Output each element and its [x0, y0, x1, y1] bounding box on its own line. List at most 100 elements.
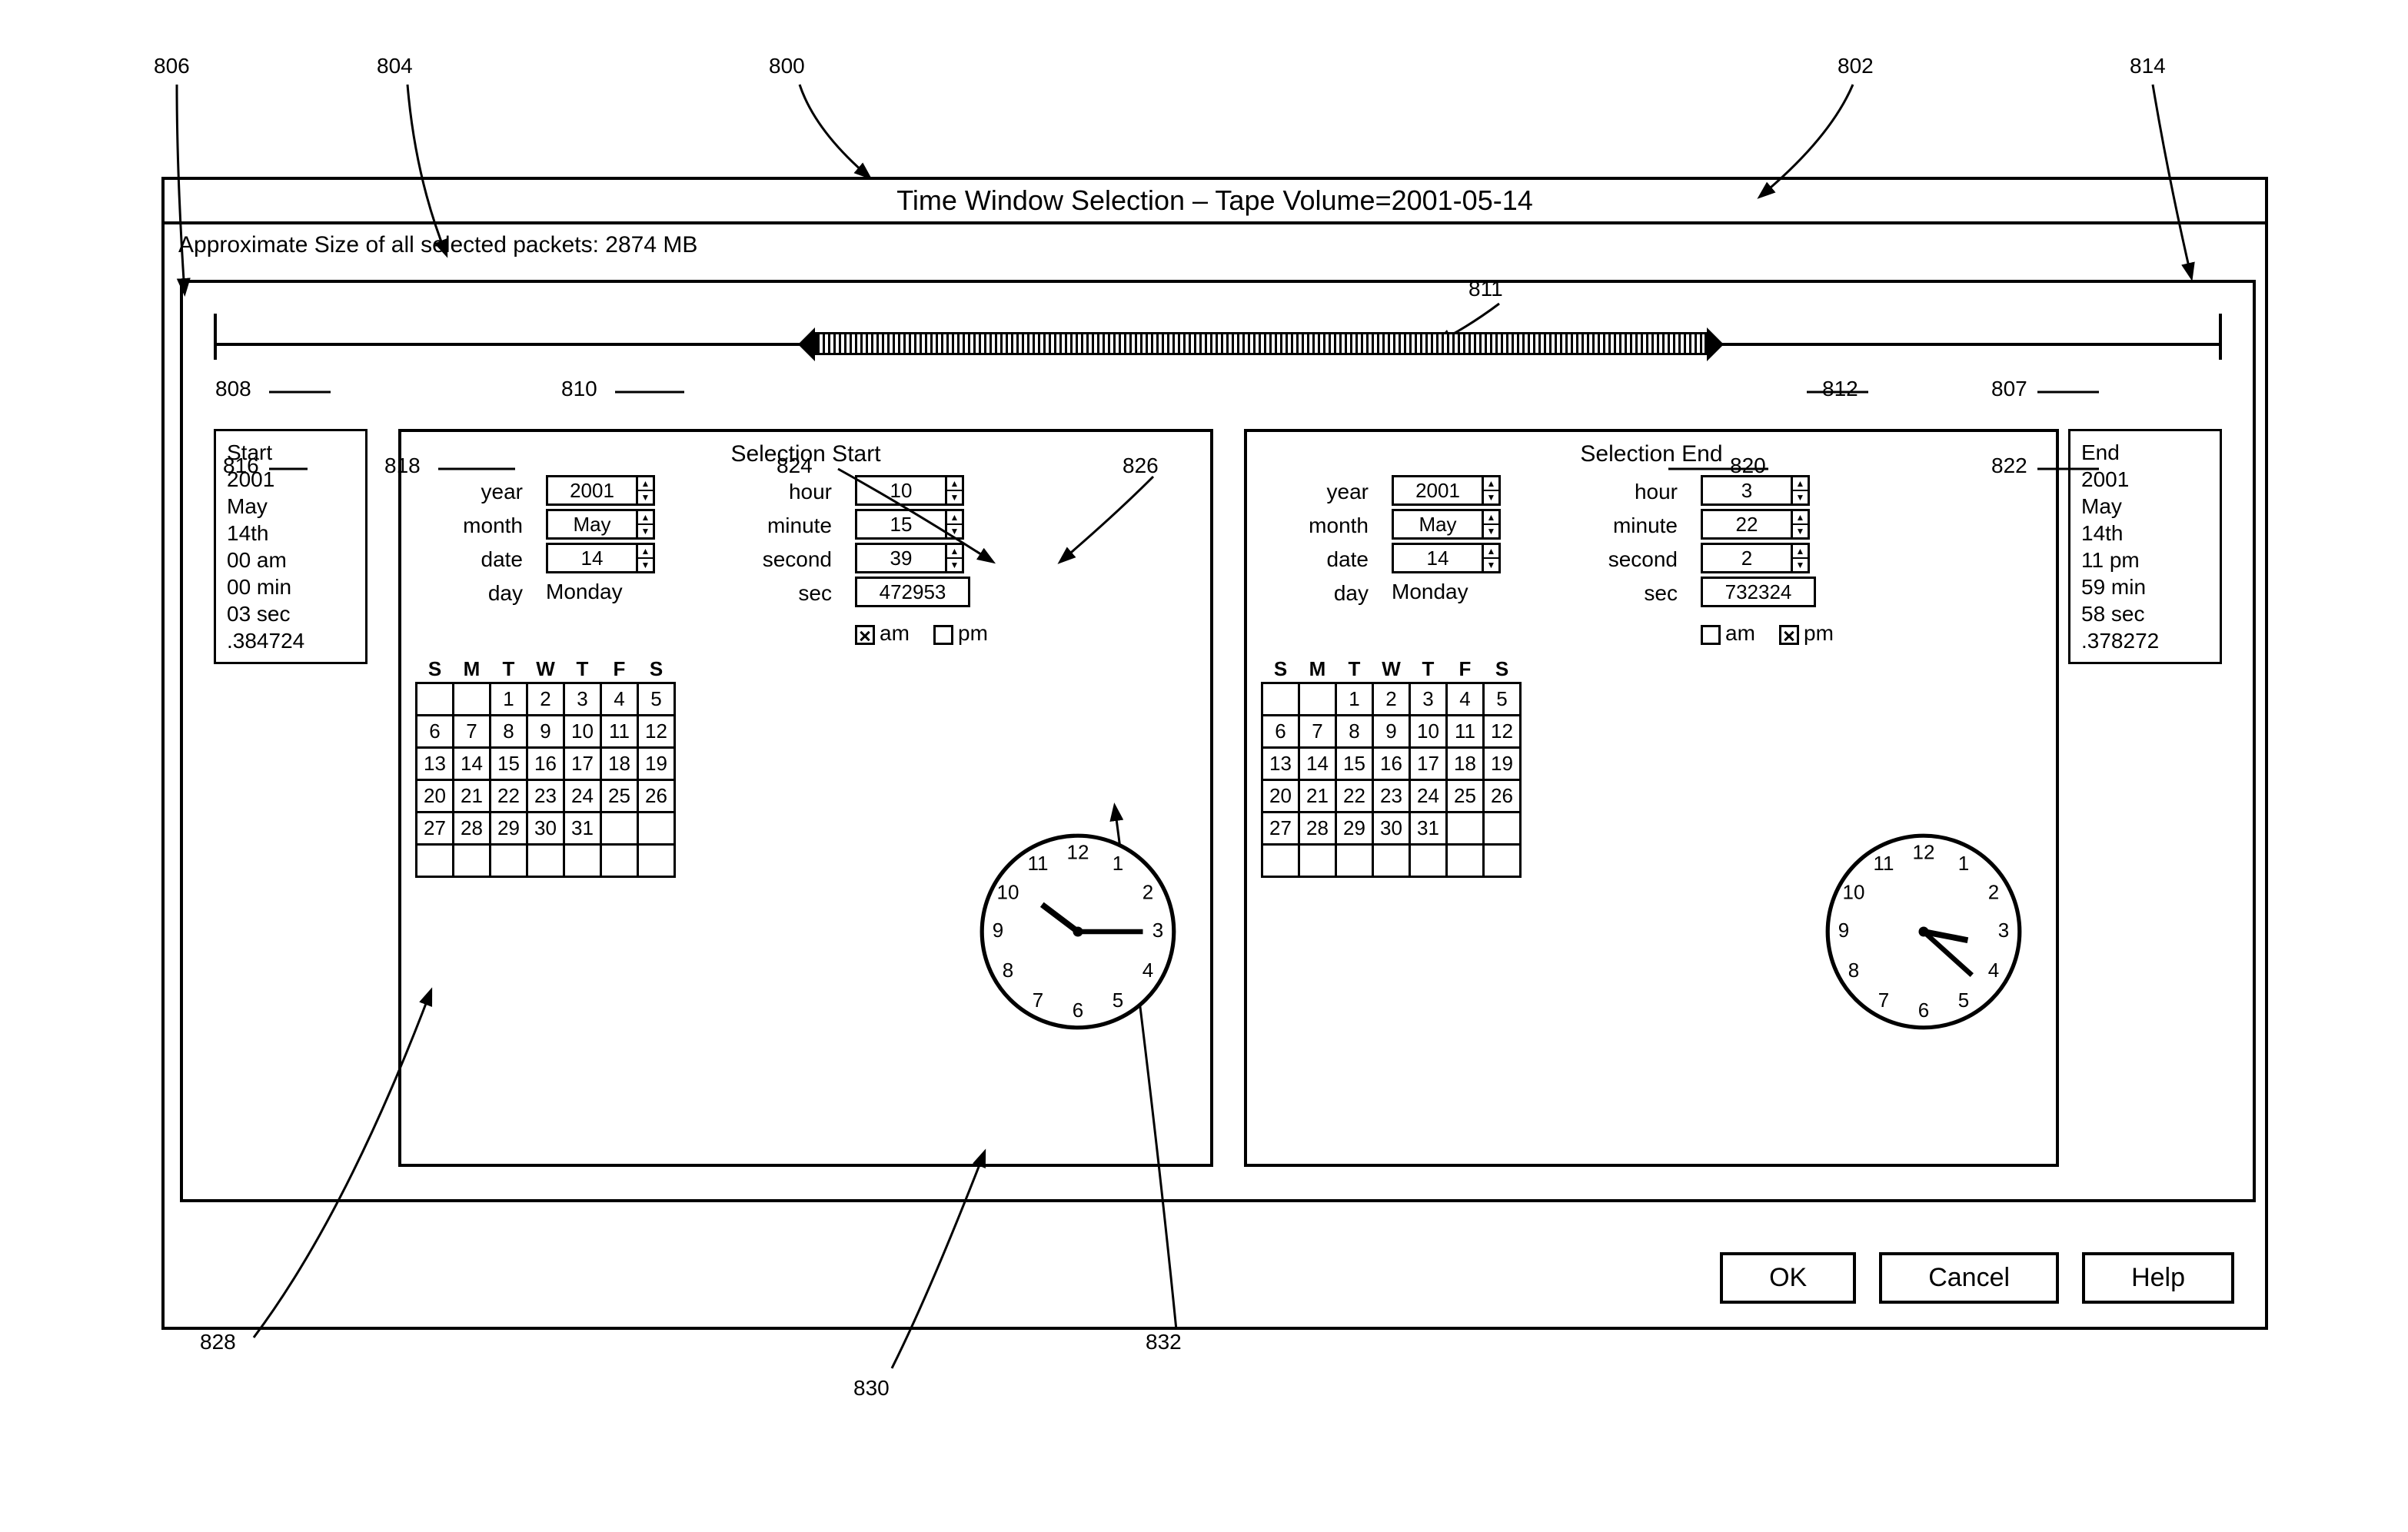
down-icon[interactable]: ▼	[638, 491, 653, 503]
calendar-cell[interactable]: 17	[1410, 748, 1447, 780]
calendar-cell[interactable]: 18	[601, 748, 638, 780]
calendar-cell[interactable]: 28	[1299, 813, 1336, 845]
calendar-cell[interactable]: 15	[491, 748, 527, 780]
calendar-cell[interactable]: 5	[638, 683, 675, 716]
end-am-checkbox[interactable]	[1701, 625, 1721, 645]
down-icon[interactable]: ▼	[1484, 491, 1498, 503]
up-icon[interactable]: ▲	[1793, 477, 1808, 491]
calendar-cell[interactable]: 27	[1262, 813, 1299, 845]
calendar-cell[interactable]: 17	[564, 748, 601, 780]
cancel-button[interactable]: Cancel	[1879, 1252, 2059, 1304]
timeline[interactable]	[214, 329, 2222, 360]
calendar-cell[interactable]: 25	[601, 780, 638, 813]
calendar-cell[interactable]	[601, 845, 638, 877]
calendar-cell[interactable]: 29	[491, 813, 527, 845]
calendar-cell[interactable]	[1410, 845, 1447, 877]
up-icon[interactable]: ▲	[638, 511, 653, 525]
calendar-cell[interactable]: 19	[1484, 748, 1521, 780]
calendar-cell[interactable]	[417, 683, 454, 716]
down-icon[interactable]: ▼	[1484, 559, 1498, 571]
end-pm-checkbox[interactable]	[1779, 625, 1799, 645]
calendar-cell[interactable]	[491, 845, 527, 877]
up-icon[interactable]: ▲	[947, 477, 962, 491]
down-icon[interactable]: ▼	[1793, 559, 1808, 571]
calendar-cell[interactable]	[564, 845, 601, 877]
end-date-spinner[interactable]: 14▲▼	[1392, 543, 1501, 573]
start-minute-spinner[interactable]: 15▲▼	[855, 509, 964, 540]
start-am-checkbox[interactable]	[855, 625, 875, 645]
selection-band[interactable]	[815, 332, 1707, 355]
calendar-cell[interactable]: 8	[1336, 716, 1373, 748]
calendar-cell[interactable]	[1262, 683, 1299, 716]
calendar-cell[interactable]: 3	[1410, 683, 1447, 716]
calendar-cell[interactable]	[638, 845, 675, 877]
calendar-cell[interactable]	[1299, 845, 1336, 877]
calendar-cell[interactable]: 16	[527, 748, 564, 780]
calendar-cell[interactable]: 6	[417, 716, 454, 748]
end-minute-spinner[interactable]: 22▲▼	[1701, 509, 1810, 540]
up-icon[interactable]: ▲	[1484, 511, 1498, 525]
calendar-cell[interactable]: 12	[1484, 716, 1521, 748]
calendar-cell[interactable]	[1484, 845, 1521, 877]
calendar-cell[interactable]: 11	[601, 716, 638, 748]
calendar-cell[interactable]	[1447, 813, 1484, 845]
start-second-spinner[interactable]: 39▲▼	[855, 543, 964, 573]
calendar-cell[interactable]: 11	[1447, 716, 1484, 748]
calendar-cell[interactable]: 1	[491, 683, 527, 716]
calendar-cell[interactable]	[417, 845, 454, 877]
calendar-cell[interactable]: 22	[491, 780, 527, 813]
start-date-spinner[interactable]: 14▲▼	[546, 543, 655, 573]
calendar-cell[interactable]: 24	[564, 780, 601, 813]
calendar-cell[interactable]: 13	[417, 748, 454, 780]
start-calendar[interactable]: SMTWTFS 12345678910111213141516171819202…	[415, 656, 676, 878]
calendar-cell[interactable]: 7	[1299, 716, 1336, 748]
calendar-cell[interactable]: 27	[417, 813, 454, 845]
start-pm-checkbox[interactable]	[933, 625, 953, 645]
calendar-cell[interactable]: 10	[564, 716, 601, 748]
calendar-cell[interactable]	[527, 845, 564, 877]
calendar-cell[interactable]: 10	[1410, 716, 1447, 748]
calendar-cell[interactable]	[638, 813, 675, 845]
down-icon[interactable]: ▼	[638, 559, 653, 571]
calendar-cell[interactable]: 30	[1373, 813, 1410, 845]
down-icon[interactable]: ▼	[947, 491, 962, 503]
up-icon[interactable]: ▲	[1793, 545, 1808, 559]
down-icon[interactable]: ▼	[947, 525, 962, 537]
selection-handle-right[interactable]	[1707, 327, 1724, 361]
end-second-spinner[interactable]: 2▲▼	[1701, 543, 1810, 573]
calendar-cell[interactable]: 22	[1336, 780, 1373, 813]
calendar-cell[interactable]: 28	[454, 813, 491, 845]
calendar-cell[interactable]: 1	[1336, 683, 1373, 716]
calendar-cell[interactable]: 20	[1262, 780, 1299, 813]
calendar-cell[interactable]	[454, 845, 491, 877]
down-icon[interactable]: ▼	[947, 559, 962, 571]
end-month-spinner[interactable]: May▲▼	[1392, 509, 1501, 540]
calendar-cell[interactable]: 4	[1447, 683, 1484, 716]
up-icon[interactable]: ▲	[1793, 511, 1808, 525]
calendar-cell[interactable]: 21	[454, 780, 491, 813]
calendar-cell[interactable]: 26	[1484, 780, 1521, 813]
calendar-cell[interactable]	[1336, 845, 1373, 877]
help-button[interactable]: Help	[2082, 1252, 2234, 1304]
calendar-cell[interactable]: 21	[1299, 780, 1336, 813]
calendar-cell[interactable]	[601, 813, 638, 845]
calendar-cell[interactable]: 16	[1373, 748, 1410, 780]
calendar-cell[interactable]: 23	[1373, 780, 1410, 813]
calendar-cell[interactable]: 19	[638, 748, 675, 780]
up-icon[interactable]: ▲	[1484, 545, 1498, 559]
start-year-spinner[interactable]: 2001▲▼	[546, 475, 655, 506]
calendar-cell[interactable]: 6	[1262, 716, 1299, 748]
down-icon[interactable]: ▼	[1793, 491, 1808, 503]
up-icon[interactable]: ▲	[947, 545, 962, 559]
calendar-cell[interactable]: 9	[1373, 716, 1410, 748]
end-hour-spinner[interactable]: 3▲▼	[1701, 475, 1810, 506]
end-clock[interactable]: 1212 345 678 91011	[1824, 832, 2024, 1032]
calendar-cell[interactable]: 2	[1373, 683, 1410, 716]
down-icon[interactable]: ▼	[638, 525, 653, 537]
calendar-cell[interactable]: 23	[527, 780, 564, 813]
calendar-cell[interactable]: 31	[564, 813, 601, 845]
calendar-cell[interactable]	[1262, 845, 1299, 877]
ok-button[interactable]: OK	[1720, 1252, 1856, 1304]
calendar-cell[interactable]: 4	[601, 683, 638, 716]
end-year-spinner[interactable]: 2001▲▼	[1392, 475, 1501, 506]
